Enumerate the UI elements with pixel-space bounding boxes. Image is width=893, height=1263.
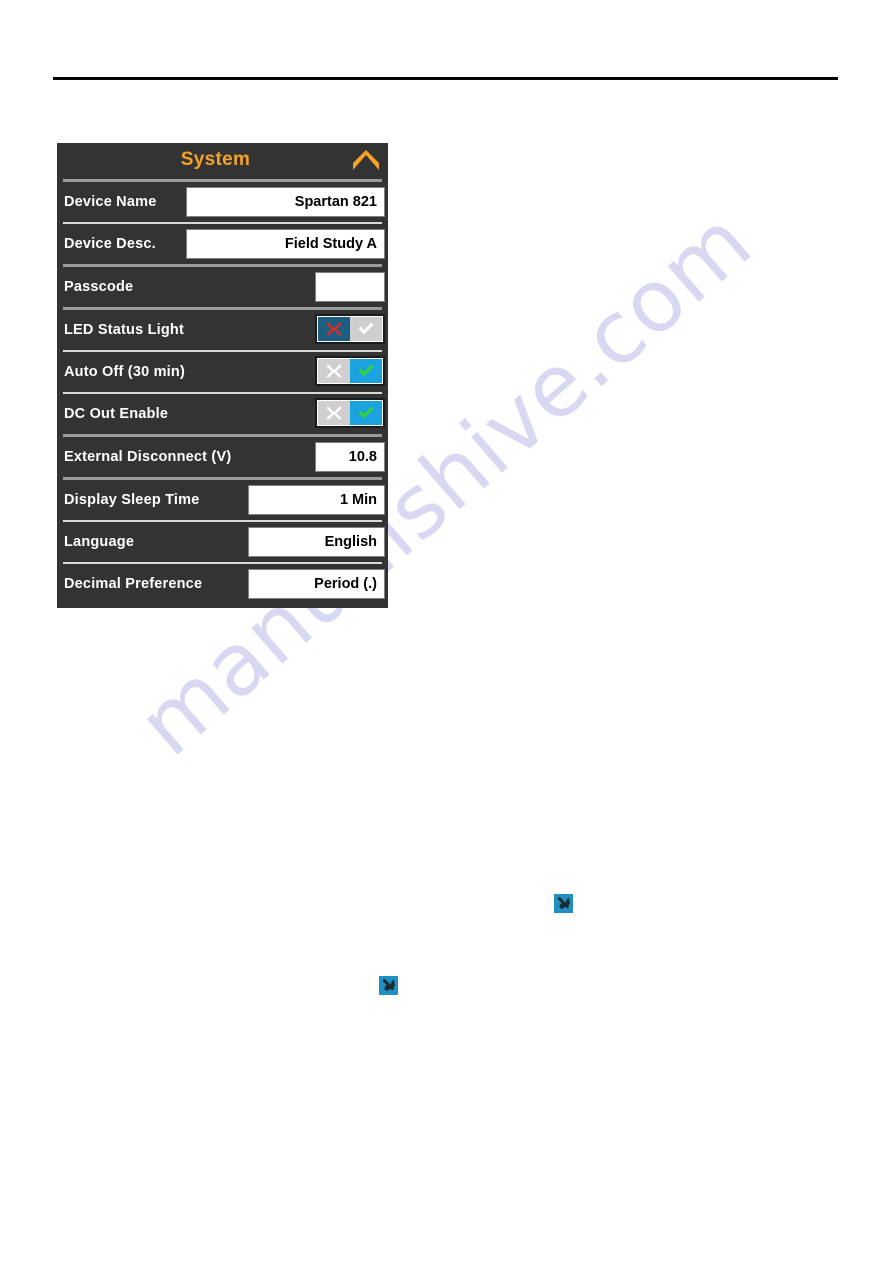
setting-value-field[interactable] bbox=[315, 272, 385, 302]
setting-row: Device Desc. Field Study A bbox=[57, 224, 388, 264]
setting-row: Display Sleep Time 1 Min bbox=[57, 480, 388, 520]
setting-label: Auto Off (30 min) bbox=[64, 364, 186, 380]
setting-value-field[interactable]: Spartan 821 bbox=[186, 187, 385, 217]
system-settings-panel: System Device Name Spartan 821 Device Desc… bbox=[57, 143, 388, 608]
toggle-option-on[interactable] bbox=[350, 359, 382, 383]
settings-rows: Device Name Spartan 821 Device Desc. Field … bbox=[57, 179, 388, 604]
setting-value-field[interactable]: 1 Min bbox=[248, 485, 385, 515]
setting-label: Passcode bbox=[64, 279, 134, 295]
tools-icon bbox=[554, 894, 573, 913]
setting-row: Language English bbox=[57, 522, 388, 562]
setting-value-field[interactable]: Field Study A bbox=[186, 229, 385, 259]
chevron-up-icon[interactable] bbox=[350, 150, 382, 172]
page-header-rule bbox=[53, 77, 838, 80]
setting-label: Device Name bbox=[64, 194, 157, 210]
setting-label: LED Status Light bbox=[64, 322, 184, 338]
toggle-option-on[interactable] bbox=[350, 401, 382, 425]
toggle-option-off[interactable] bbox=[318, 359, 350, 383]
setting-row: LED Status Light bbox=[57, 310, 388, 350]
setting-value-field[interactable]: 10.8 bbox=[315, 442, 385, 472]
setting-label: Decimal Preference bbox=[64, 576, 203, 592]
setting-row: Decimal Preference Period (.) bbox=[57, 564, 388, 604]
setting-label: External Disconnect (V) bbox=[64, 449, 232, 465]
toggle-option-on[interactable] bbox=[350, 317, 382, 341]
page-title: System bbox=[180, 149, 251, 170]
tools-icon bbox=[379, 976, 398, 995]
setting-row: Auto Off (30 min) bbox=[57, 352, 388, 392]
setting-row: Passcode bbox=[57, 267, 388, 307]
toggle-option-off[interactable] bbox=[318, 401, 350, 425]
setting-row: Device Name Spartan 821 bbox=[57, 182, 388, 222]
setting-toggle[interactable] bbox=[315, 356, 385, 386]
setting-toggle[interactable] bbox=[315, 314, 385, 344]
setting-label: Language bbox=[64, 534, 135, 550]
setting-toggle[interactable] bbox=[315, 398, 385, 428]
setting-value-field[interactable]: Period (.) bbox=[248, 569, 385, 599]
setting-row: External Disconnect (V) 10.8 bbox=[57, 437, 388, 477]
setting-label: Device Desc. bbox=[64, 236, 156, 252]
setting-label: Display Sleep Time bbox=[64, 492, 200, 508]
setting-label: DC Out Enable bbox=[64, 406, 169, 422]
setting-value-field[interactable]: English bbox=[248, 527, 385, 557]
panel-header: System bbox=[57, 143, 388, 179]
toggle-option-off[interactable] bbox=[318, 317, 350, 341]
setting-row: DC Out Enable bbox=[57, 394, 388, 434]
